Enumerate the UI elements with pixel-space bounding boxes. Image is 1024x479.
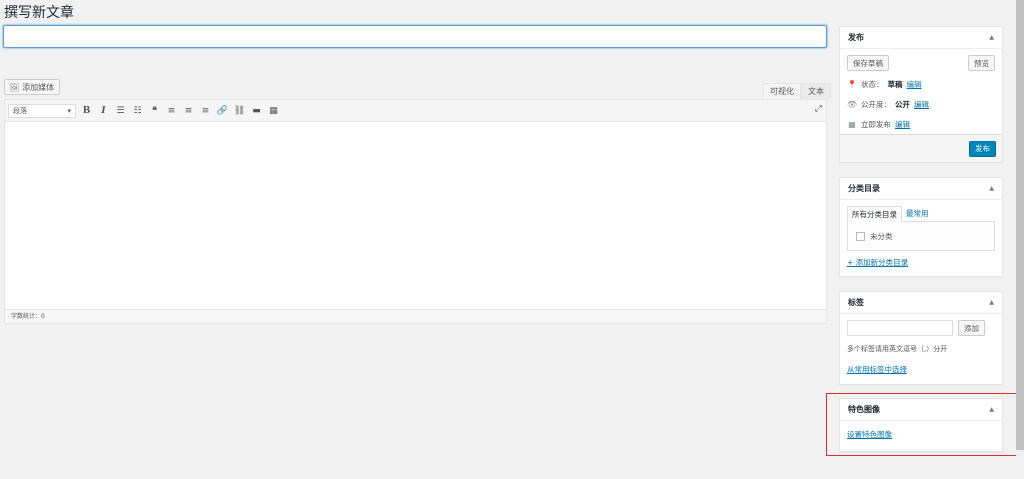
collapse-icon[interactable]: ▲ [989, 185, 994, 192]
tags-box-header[interactable]: 标签 ▲ [840, 292, 1002, 314]
collapse-icon[interactable]: ▲ [989, 299, 994, 306]
highlight-box [826, 393, 1024, 456]
tags-box-title: 标签 [848, 298, 864, 307]
tab-popular-categories[interactable]: 最常用 [902, 206, 933, 222]
tag-input[interactable] [847, 320, 953, 336]
word-count: 字数统计：0 [5, 309, 826, 323]
publish-box: 发布 ▲ 保存草稿 预览 📍 状态： 草稿 编辑 👁 公开度： 公开 编辑 ▦ … [839, 26, 1003, 163]
post-title-input[interactable] [3, 25, 827, 48]
add-media-label: 添加媒体 [22, 82, 55, 92]
pin-icon: 📍 [847, 79, 857, 89]
editor-toolbar: 段落 ▾ B I ☰ ☷ ❝ ≡ ≡ ≡ 🔗 ⛓ ▬ ▦ ⤢ [5, 100, 826, 122]
unlink-icon[interactable]: ⛓ [233, 104, 246, 118]
schedule-label: 立即发布 [861, 119, 891, 129]
visibility-label: 公开度： [861, 99, 891, 109]
categories-box-header[interactable]: 分类目录 ▲ [840, 178, 1002, 200]
save-draft-button[interactable]: 保存草稿 [847, 55, 889, 71]
blockquote-icon[interactable]: ❝ [148, 104, 161, 118]
editor-tabs: 可视化 文本 [763, 83, 831, 99]
fullscreen-icon[interactable]: ⤢ [815, 104, 822, 114]
add-media-button[interactable]: 🖼 添加媒体 [4, 79, 61, 95]
edit-status-link[interactable]: 编辑 [907, 79, 922, 90]
content-editor: 段落 ▾ B I ☰ ☷ ❝ ≡ ≡ ≡ 🔗 ⛓ ▬ ▦ ⤢ 字数统计：0 [4, 99, 827, 324]
preview-button[interactable]: 预览 [968, 55, 995, 71]
format-select-value: 段落 [13, 106, 27, 115]
bold-icon[interactable]: B [80, 104, 93, 118]
category-list: 未分类 [847, 221, 995, 251]
eye-icon: 👁 [847, 99, 858, 109]
align-left-icon[interactable]: ≡ [165, 104, 178, 118]
edit-visibility-link[interactable]: 编辑 [914, 99, 929, 110]
category-label: 未分类 [870, 231, 893, 241]
toolbar-toggle-icon[interactable]: ▦ [267, 104, 280, 118]
tag-hint: 多个标签请用英文逗号（,）分开 [847, 345, 948, 353]
edit-schedule-link[interactable]: 编辑 [895, 119, 910, 130]
link-icon[interactable]: 🔗 [216, 104, 229, 118]
numbered-list-icon[interactable]: ☷ [131, 104, 144, 118]
status-label: 状态： [861, 79, 884, 89]
format-select[interactable]: 段落 ▾ [8, 103, 76, 118]
publish-actions: 发布 [840, 134, 1002, 162]
visibility-value: 公开 [895, 99, 910, 109]
tab-all-categories[interactable]: 所有分类目录 [847, 206, 902, 222]
collapse-icon[interactable]: ▲ [989, 34, 994, 41]
schedule-row: ▦ 立即发布 编辑 [847, 114, 995, 134]
media-icon: 🖼 [9, 82, 20, 92]
tags-box: 标签 ▲ 添加 多个标签请用英文逗号（,）分开 从常用标签中选择 [839, 291, 1003, 385]
italic-icon[interactable]: I [97, 104, 110, 118]
bullet-list-icon[interactable]: ☰ [114, 104, 127, 118]
categories-box-title: 分类目录 [848, 184, 880, 193]
publish-button[interactable]: 发布 [969, 140, 996, 157]
categories-box: 分类目录 ▲ 所有分类目录 最常用 未分类 + 添加新分类目录 [839, 177, 1003, 277]
read-more-icon[interactable]: ▬ [250, 104, 263, 118]
status-value: 草稿 [887, 79, 903, 89]
align-center-icon[interactable]: ≡ [182, 104, 195, 118]
scrollbar[interactable] [1016, 0, 1024, 450]
chevron-down-icon: ▾ [67, 106, 71, 115]
tab-visual[interactable]: 可视化 [763, 83, 801, 99]
publish-box-title: 发布 [848, 33, 864, 42]
add-tag-button[interactable]: 添加 [958, 320, 985, 336]
editor-content-area[interactable] [5, 122, 826, 309]
add-new-category-link[interactable]: + 添加新分类目录 [847, 258, 908, 267]
publish-box-header[interactable]: 发布 ▲ [840, 27, 1002, 49]
category-checkbox[interactable] [856, 231, 865, 241]
status-row: 📍 状态： 草稿 编辑 [847, 74, 995, 94]
align-right-icon[interactable]: ≡ [199, 104, 212, 118]
visibility-row: 👁 公开度： 公开 编辑 [847, 94, 995, 114]
calendar-icon: ▦ [848, 119, 856, 129]
scrollbar-track [1016, 450, 1024, 479]
choose-popular-tags-link[interactable]: 从常用标签中选择 [847, 365, 907, 374]
tab-text[interactable]: 文本 [801, 83, 831, 99]
page-title: 撰写新文章 [4, 5, 74, 21]
